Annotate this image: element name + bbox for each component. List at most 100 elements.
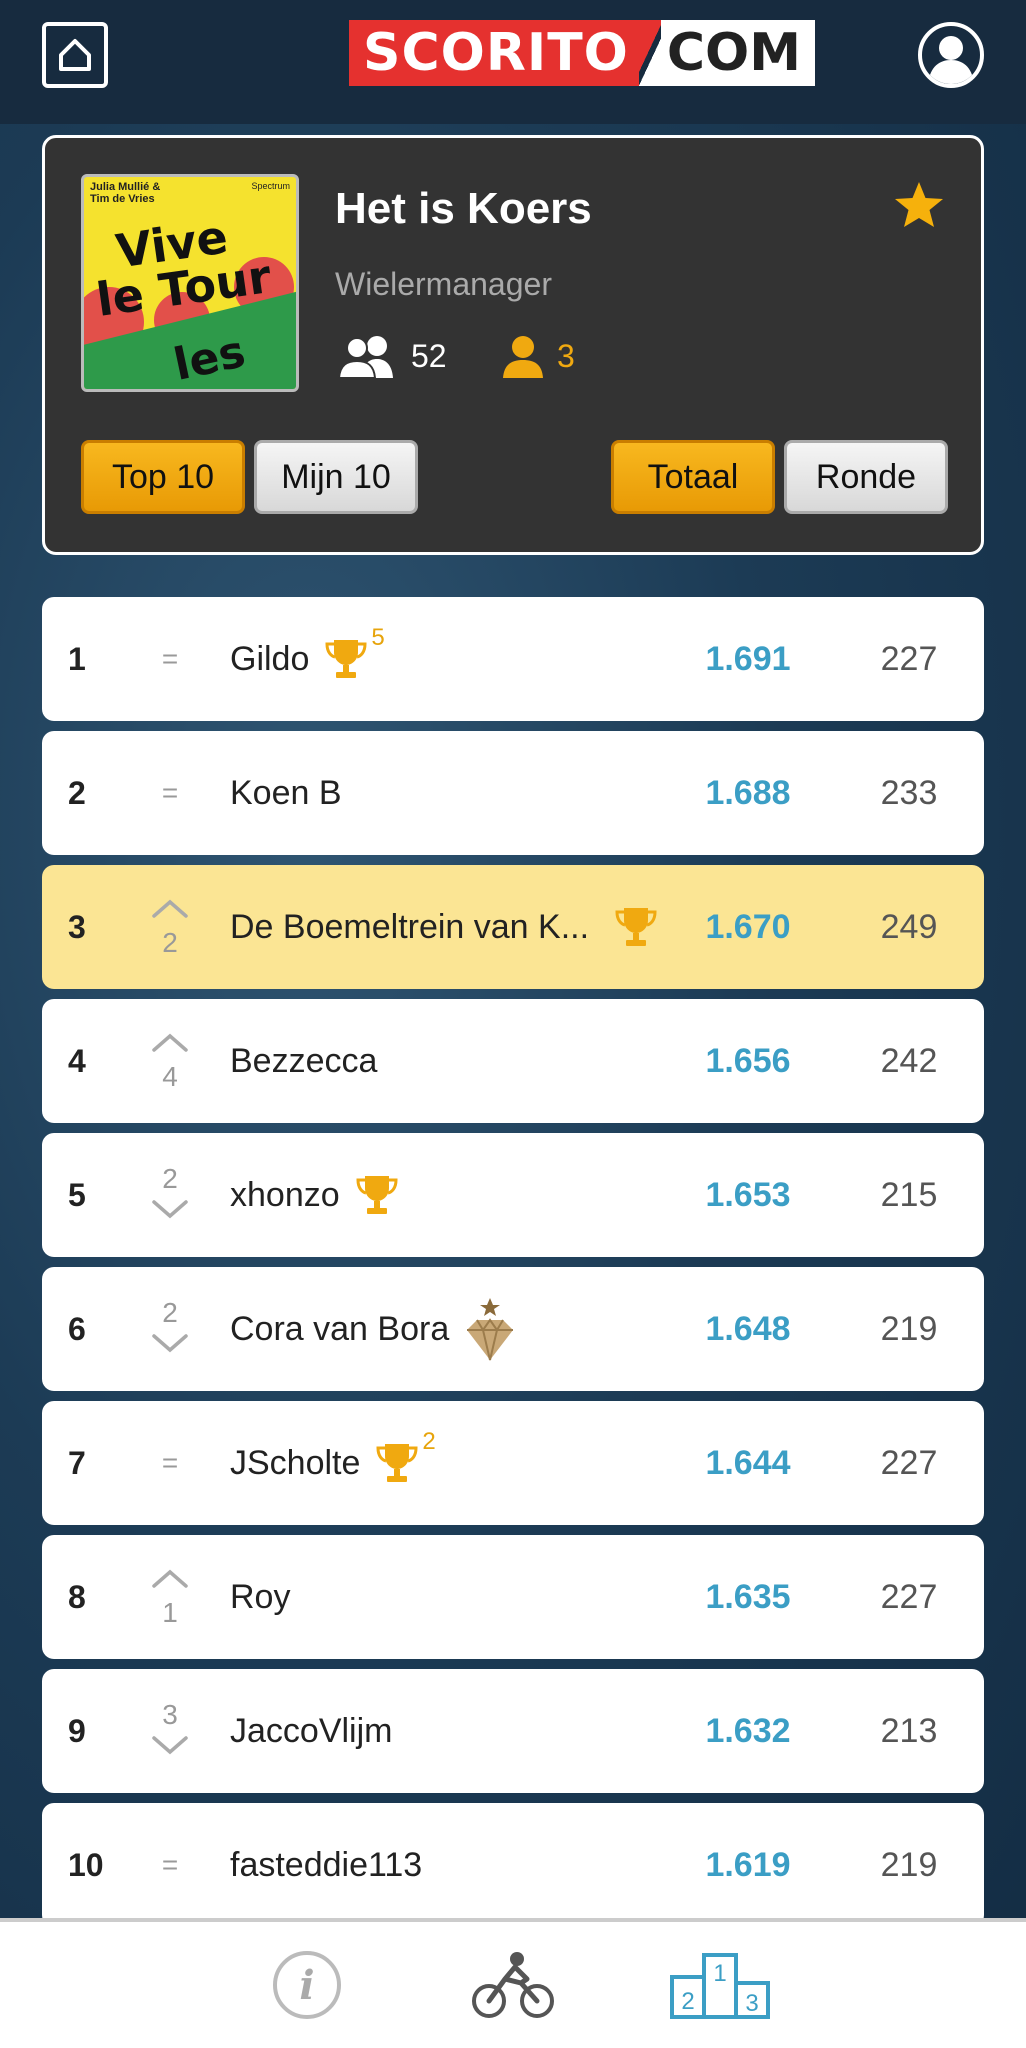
trophy-icon bbox=[354, 1172, 400, 1218]
total-score: 215 bbox=[880, 1176, 938, 1214]
total-score: 227 bbox=[880, 1444, 938, 1482]
arrow-up-icon bbox=[150, 1029, 190, 1061]
trophy-icon: 5 bbox=[323, 624, 385, 682]
total-score: 227 bbox=[880, 640, 938, 678]
round-points: 1.635 bbox=[705, 1578, 791, 1616]
total-score: 213 bbox=[880, 1712, 938, 1750]
ranking-position: 6 bbox=[68, 1311, 86, 1347]
diamond-icon bbox=[463, 1296, 517, 1362]
ranking-row[interactable]: 10 = fasteddie113 1.619 219 bbox=[42, 1803, 984, 1927]
ranking-row[interactable]: 1 = Gildo 5 1.691 227 bbox=[42, 597, 984, 721]
round-points: 1.670 bbox=[705, 908, 791, 946]
info-icon: i bbox=[273, 1951, 341, 2019]
arrow-up-icon bbox=[150, 1565, 190, 1597]
bottom-nav: i 1 2 3 bbox=[0, 1918, 1026, 2048]
movement-indicator: = bbox=[148, 617, 192, 701]
nav-ranking-button[interactable]: 1 2 3 bbox=[668, 1940, 772, 2030]
trophy-count: 5 bbox=[371, 624, 385, 651]
arrow-down-icon bbox=[150, 1195, 190, 1227]
home-button[interactable] bbox=[42, 22, 108, 88]
ranking-position: 7 bbox=[68, 1445, 86, 1481]
scorito-logo[interactable]: SCORITO COM bbox=[349, 20, 816, 86]
round-points: 1.691 bbox=[705, 640, 791, 678]
members-count: 52 bbox=[411, 337, 447, 374]
user-icon bbox=[928, 36, 974, 84]
ranking-row[interactable]: 4 4 Bezzecca 1.656 242 bbox=[42, 999, 984, 1123]
round-points: 1.688 bbox=[705, 774, 791, 812]
team-name-cell: fasteddie113 bbox=[230, 1803, 422, 1927]
total-score: 219 bbox=[880, 1846, 938, 1884]
team-name: Koen B bbox=[230, 773, 342, 812]
team-name-cell: Koen B bbox=[230, 731, 342, 855]
ranking-position: 4 bbox=[68, 1043, 86, 1079]
logo-slash bbox=[638, 20, 661, 86]
podium-label-1: 1 bbox=[713, 1960, 726, 1987]
user-icon bbox=[503, 336, 543, 378]
members-icon bbox=[337, 336, 393, 378]
trophy-icon: 2 bbox=[374, 1428, 436, 1486]
ranking-position: 3 bbox=[68, 909, 86, 945]
trophy-icon bbox=[613, 904, 659, 950]
home-icon bbox=[59, 39, 91, 71]
tab-mijn10[interactable]: Mijn 10 bbox=[254, 440, 418, 514]
movement-value: = bbox=[161, 1447, 179, 1478]
round-points: 1.632 bbox=[705, 1712, 791, 1750]
logo-left-text: SCORITO bbox=[349, 20, 639, 86]
team-name: De Boemeltrein van K... bbox=[230, 907, 590, 946]
movement-value: 2 bbox=[162, 1163, 178, 1194]
total-score: 227 bbox=[880, 1578, 938, 1616]
ranking-position: 1 bbox=[68, 641, 86, 677]
ranking-row[interactable]: 5 2 xhonzo 1.653 215 bbox=[42, 1133, 984, 1257]
ranking-position: 9 bbox=[68, 1713, 86, 1749]
podium-icon: 1 2 3 bbox=[670, 1953, 770, 2019]
movement-indicator: = bbox=[148, 1823, 192, 1907]
tab-ronde[interactable]: Ronde bbox=[784, 440, 948, 514]
team-name: fasteddie113 bbox=[230, 1845, 423, 1884]
cover-authors: Julia Mullié & Tim de Vries bbox=[90, 181, 161, 205]
nav-cycling-button[interactable] bbox=[468, 1940, 558, 2030]
profile-button[interactable] bbox=[918, 22, 984, 88]
svg-text:i: i bbox=[299, 1962, 314, 2009]
league-card: Julia Mullié & Tim de Vries Spectrum Viv… bbox=[42, 135, 984, 555]
round-points: 1.653 bbox=[705, 1176, 791, 1214]
cover-publisher: Spectrum bbox=[251, 181, 290, 191]
team-name: JaccoVlijm bbox=[230, 1711, 393, 1750]
ranking-row[interactable]: 8 1 Roy 1.635 227 bbox=[42, 1535, 984, 1659]
tab-totaal[interactable]: Totaal bbox=[611, 440, 775, 514]
ranking-row[interactable]: 9 3 JaccoVlijm 1.632 213 bbox=[42, 1669, 984, 1793]
team-name: Roy bbox=[230, 1577, 291, 1616]
movement-indicator: 2 bbox=[148, 1287, 192, 1371]
nav-info-button[interactable]: i bbox=[262, 1940, 352, 2030]
members-stat: 52 bbox=[335, 334, 447, 378]
ranking-row[interactable]: 7 = JScholte 2 1.644 227 bbox=[42, 1401, 984, 1525]
cyclist-icon bbox=[472, 1952, 554, 2018]
team-name-cell: JScholte 2 bbox=[230, 1401, 436, 1525]
ranking-row[interactable]: 2 = Koen B 1.688 233 bbox=[42, 731, 984, 855]
tab-top10[interactable]: Top 10 bbox=[81, 440, 245, 514]
league-title: Het is Koers bbox=[335, 184, 592, 233]
movement-indicator: = bbox=[148, 751, 192, 835]
round-points: 1.656 bbox=[705, 1042, 791, 1080]
ranking-row[interactable]: 6 2 Cora van Bora 1.648 219 bbox=[42, 1267, 984, 1391]
total-score: 233 bbox=[880, 774, 938, 812]
ranking-position: 8 bbox=[68, 1579, 86, 1615]
ranking-position: 2 bbox=[68, 775, 86, 811]
movement-value: 1 bbox=[162, 1597, 178, 1628]
team-name: Cora van Bora bbox=[230, 1309, 450, 1348]
logo-right-text: COM bbox=[660, 20, 816, 86]
arrow-up-icon bbox=[150, 895, 190, 927]
top-bar: SCORITO COM bbox=[0, 0, 1026, 124]
ranking-row[interactable]: 3 2 De Boemeltrein van K... 1.670 249 bbox=[42, 865, 984, 989]
movement-indicator: 2 bbox=[148, 885, 192, 969]
movement-value: = bbox=[161, 1849, 179, 1880]
team-name-cell: Bezzecca bbox=[230, 999, 377, 1123]
movement-value: = bbox=[161, 777, 179, 808]
total-score: 249 bbox=[880, 908, 938, 946]
movement-value: = bbox=[161, 643, 179, 674]
round-points: 1.644 bbox=[705, 1444, 791, 1482]
team-name-cell: xhonzo bbox=[230, 1133, 400, 1257]
team-name-cell: Roy bbox=[230, 1535, 290, 1659]
my-teams-stat: 3 bbox=[501, 334, 575, 378]
favorite-star-icon[interactable] bbox=[891, 178, 947, 234]
podium-label-3: 3 bbox=[745, 1990, 758, 2017]
